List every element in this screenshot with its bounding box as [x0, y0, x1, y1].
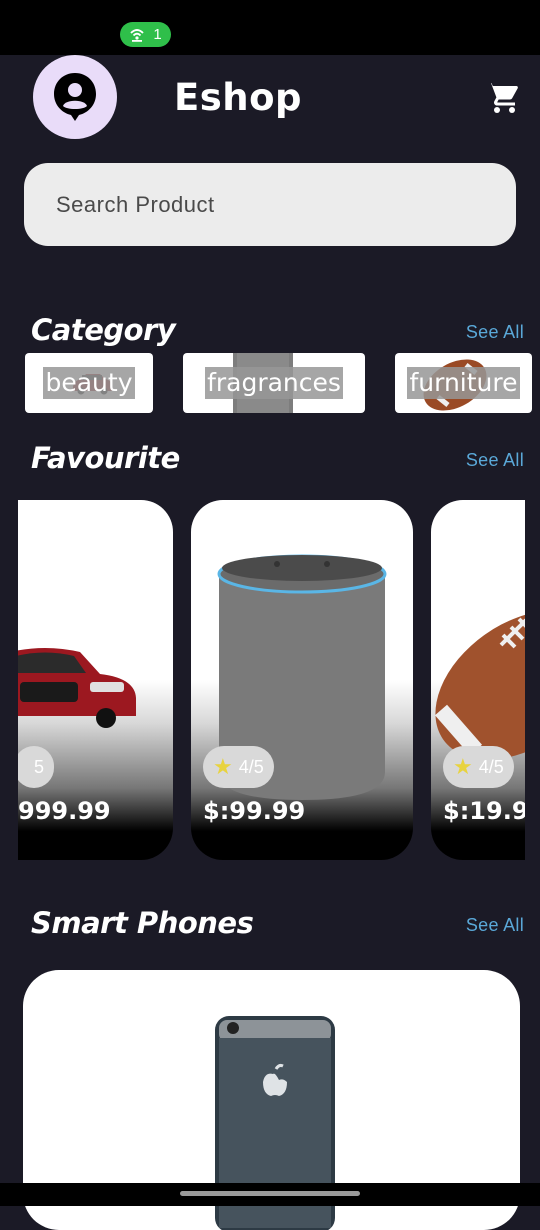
hotspot-count: 1: [153, 26, 162, 43]
cart-icon: [486, 83, 518, 113]
search-input[interactable]: [54, 190, 516, 219]
category-label: fragrances: [205, 367, 343, 399]
rating-badge: ★ 4/5: [443, 746, 514, 788]
favourite-title: Favourite: [31, 441, 180, 475]
home-indicator[interactable]: [180, 1191, 360, 1196]
category-chip-furniture[interactable]: furniture: [395, 353, 532, 413]
category-label: beauty: [43, 367, 135, 399]
category-chip-fragrances[interactable]: fragrances: [183, 353, 365, 413]
rating-value: 4/5: [478, 756, 504, 777]
category-see-all-link[interactable]: See All: [466, 322, 524, 343]
favourite-see-all-link[interactable]: See All: [466, 450, 524, 471]
price-label: $:19.99: [443, 797, 525, 825]
category-title: Category: [31, 313, 176, 347]
hotspot-icon: [130, 28, 144, 42]
category-label: furniture: [407, 367, 520, 399]
rating-badge: 5: [18, 746, 55, 788]
account-icon: [54, 73, 96, 121]
favourite-card[interactable]: ★ 4/5 $:99.99: [191, 500, 413, 860]
status-bar: 1: [0, 0, 540, 55]
search-bar[interactable]: [24, 163, 516, 246]
price-label: $:99.99: [203, 797, 306, 825]
star-icon: ★: [453, 754, 473, 779]
price-label: 999.99: [18, 797, 111, 825]
category-chip-beauty[interactable]: beauty: [25, 353, 153, 413]
rating-value: 4/5: [238, 756, 264, 777]
car-image: [18, 648, 136, 728]
favourite-card[interactable]: ★ 4/5 $:19.99: [431, 500, 525, 860]
favourite-card[interactable]: 5 999.99: [18, 500, 173, 860]
star-icon: ★: [213, 754, 233, 779]
rating-value: 5: [34, 756, 45, 777]
smart-phones-title: Smart Phones: [31, 906, 254, 940]
hotspot-indicator: 1: [120, 22, 171, 47]
profile-avatar[interactable]: [33, 55, 117, 139]
app-title: Eshop: [174, 76, 303, 119]
favourite-carousel[interactable]: 5 999.99 ★ 4/5 $:99.99 ★ 4/5 $:19.99: [18, 500, 525, 860]
rating-badge: ★ 4/5: [203, 746, 274, 788]
cart-button[interactable]: [485, 80, 521, 116]
smart-phones-see-all-link[interactable]: See All: [466, 915, 524, 936]
